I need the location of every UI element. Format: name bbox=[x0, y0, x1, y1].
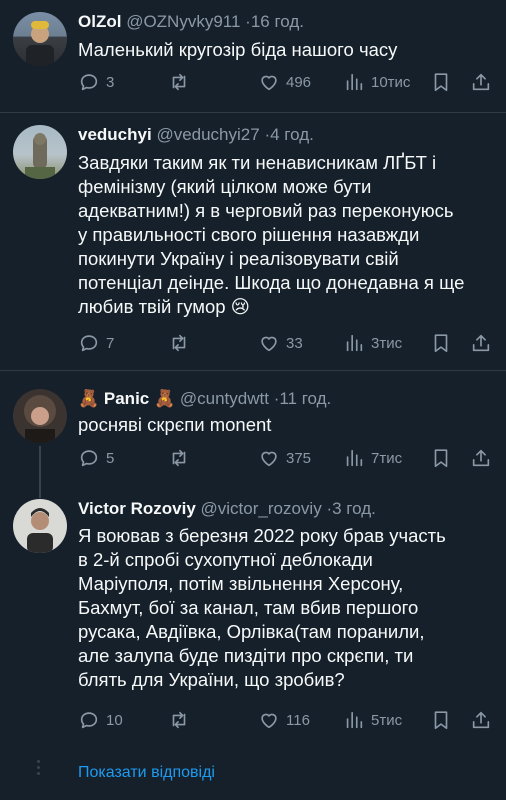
reply-button[interactable]: 3 bbox=[78, 70, 114, 94]
like-count: 375 bbox=[286, 449, 312, 467]
views-button[interactable]: 3тис bbox=[343, 331, 402, 355]
like-count: 33 bbox=[286, 334, 303, 352]
tweet-header: Victor Rozoviy @victor_rozoviy ·3 год. bbox=[78, 499, 376, 518]
tweet-header: 🧸 Panic 🧸 @cuntydwtt ·11 год. bbox=[78, 389, 332, 408]
tweet-actions: 5 375 7тис bbox=[78, 446, 494, 470]
heart-icon bbox=[261, 451, 277, 467]
user-handle[interactable]: @OZNyvky911 bbox=[126, 12, 240, 31]
retweet-icon bbox=[172, 334, 186, 352]
views-chart-icon bbox=[346, 334, 363, 352]
like-button[interactable]: 116 bbox=[258, 708, 310, 732]
views-chart-icon bbox=[346, 449, 363, 467]
tweet[interactable]: 🧸 Panic 🧸 @cuntydwtt ·11 год. росняві ск… bbox=[0, 371, 506, 486]
timestamp[interactable]: 11 год. bbox=[279, 389, 331, 408]
reply-count: 10 bbox=[106, 711, 123, 729]
views-count: 5тис bbox=[371, 711, 403, 729]
views-button[interactable]: 7тис bbox=[343, 446, 402, 470]
user-handle[interactable]: @cuntydwtt bbox=[180, 389, 269, 408]
timestamp[interactable]: 16 год. bbox=[251, 12, 304, 31]
bookmark-icon bbox=[434, 334, 448, 353]
user-handle[interactable]: @victor_rozoviy bbox=[201, 499, 322, 518]
views-button[interactable]: 5тис bbox=[343, 708, 402, 732]
tweet-text: росняві скрєпи monent bbox=[78, 414, 272, 435]
like-button[interactable]: 375 bbox=[258, 446, 311, 470]
reply-button[interactable]: 7 bbox=[78, 331, 114, 355]
reply-icon bbox=[80, 450, 98, 467]
views-chart-icon bbox=[346, 711, 363, 729]
avatar[interactable] bbox=[13, 12, 67, 66]
display-name[interactable]: Victor Rozoviy bbox=[78, 499, 196, 518]
reply-icon bbox=[80, 335, 98, 352]
avatar[interactable] bbox=[13, 499, 67, 553]
views-count: 10тис bbox=[371, 73, 411, 91]
share-icon bbox=[472, 449, 490, 467]
share-button[interactable] bbox=[470, 70, 492, 94]
bookmark-button[interactable] bbox=[430, 446, 452, 470]
reply-button[interactable]: 10 bbox=[78, 708, 123, 732]
timestamp[interactable]: 3 год. bbox=[332, 499, 376, 518]
reply-count: 7 bbox=[106, 334, 115, 352]
like-count: 496 bbox=[286, 73, 312, 91]
display-name[interactable]: OlZol bbox=[78, 12, 121, 31]
retweet-button[interactable] bbox=[168, 331, 190, 355]
share-button[interactable] bbox=[470, 708, 492, 732]
retweet-button[interactable] bbox=[168, 70, 190, 94]
bookmark-icon bbox=[434, 449, 448, 468]
timestamp[interactable]: 4 год. bbox=[270, 125, 314, 144]
bookmark-button[interactable] bbox=[430, 70, 452, 94]
retweet-button[interactable] bbox=[168, 446, 190, 470]
retweet-icon bbox=[172, 711, 186, 729]
heart-icon bbox=[261, 75, 277, 91]
tweet-actions: 7 33 3тис bbox=[78, 331, 494, 355]
views-chart-icon bbox=[346, 73, 363, 91]
avatar[interactable] bbox=[13, 125, 67, 179]
retweet-icon bbox=[172, 449, 186, 467]
thread-dots bbox=[37, 760, 41, 778]
share-icon bbox=[472, 711, 490, 729]
bookmark-button[interactable] bbox=[430, 708, 452, 732]
show-replies-link[interactable]: Показати відповіді bbox=[78, 764, 215, 782]
bookmark-button[interactable] bbox=[430, 331, 452, 355]
user-handle[interactable]: @veduchyi27 bbox=[156, 125, 259, 144]
views-count: 3тис bbox=[371, 334, 403, 352]
share-icon bbox=[472, 73, 490, 91]
views-button[interactable]: 10тис bbox=[343, 70, 410, 94]
like-button[interactable]: 33 bbox=[258, 331, 303, 355]
bookmark-icon bbox=[434, 73, 448, 92]
tweet-text: Завдяки таким як ти ненависникам ЛҐБТ і … bbox=[78, 152, 465, 317]
tweet[interactable]: Victor Rozoviy @victor_rozoviy ·3 год. Я… bbox=[0, 486, 506, 750]
bookmark-icon bbox=[434, 711, 448, 730]
tweet-text: Я воював з березня 2022 року брав участь… bbox=[78, 525, 446, 690]
tweet-header: veduchyi @veduchyi27 ·4 год. bbox=[78, 125, 314, 144]
heart-icon bbox=[261, 336, 277, 352]
share-button[interactable] bbox=[470, 331, 492, 355]
reply-button[interactable]: 5 bbox=[78, 446, 114, 470]
display-name[interactable]: 🧸 Panic 🧸 bbox=[78, 389, 175, 408]
avatar[interactable] bbox=[13, 389, 67, 443]
tweet-text: Маленький кругозір біда нашого часу bbox=[78, 39, 398, 60]
display-name[interactable]: veduchyi bbox=[78, 125, 152, 144]
tweet-actions: 3 496 10тис bbox=[78, 70, 494, 94]
reply-count: 3 bbox=[106, 73, 115, 91]
share-icon bbox=[472, 334, 490, 352]
retweet-icon bbox=[172, 73, 186, 91]
reply-icon bbox=[80, 74, 98, 91]
tweet-actions: 10 116 5тис bbox=[78, 708, 494, 732]
retweet-button[interactable] bbox=[168, 708, 190, 732]
like-button[interactable]: 496 bbox=[258, 70, 311, 94]
tweet-header: OlZol @OZNyvky911 ·16 год. bbox=[78, 12, 305, 31]
reply-count: 5 bbox=[106, 449, 115, 467]
share-button[interactable] bbox=[470, 446, 492, 470]
tweet[interactable]: OlZol @OZNyvky911 ·16 год. Маленький кру… bbox=[0, 0, 506, 112]
tweet[interactable]: veduchyi @veduchyi27 ·4 год. Завдяки так… bbox=[0, 113, 506, 370]
reply-icon bbox=[80, 712, 98, 729]
like-count: 116 bbox=[286, 711, 310, 729]
heart-icon bbox=[261, 713, 277, 729]
views-count: 7тис bbox=[371, 449, 403, 467]
